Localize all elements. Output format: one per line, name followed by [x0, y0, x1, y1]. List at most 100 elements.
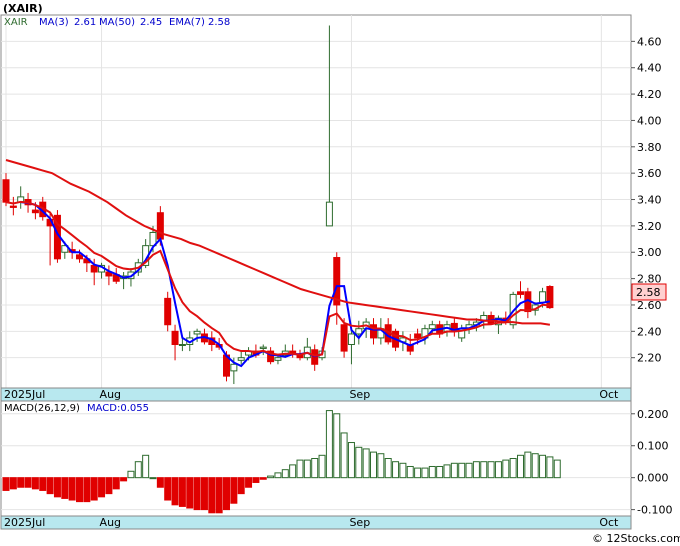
price-panel [0, 14, 632, 389]
macd-bar [421, 467, 429, 479]
macd-bar [46, 477, 54, 495]
macd-bar [53, 477, 61, 498]
x-label: Sep [349, 388, 370, 401]
macd-bar [9, 477, 17, 490]
candle-body [340, 324, 348, 352]
legend-ma3: MA(3) [39, 17, 69, 28]
macd-bar [31, 477, 39, 490]
macd-bar [355, 446, 363, 479]
macd-bar [127, 470, 135, 479]
macd-bar [17, 477, 25, 488]
macd-bar [384, 458, 392, 479]
legend-ema7-value: 2.58 [208, 17, 230, 28]
y-tick-label: 3.60 [637, 167, 662, 180]
stock-chart: (XAIR) 4.60 4.40 4.20 4.00 3.80 3.60 3.40 3.20 3… [0, 0, 680, 546]
x-label: Oct [599, 388, 619, 401]
macd-bar [274, 472, 282, 479]
macd-bar [325, 410, 333, 479]
macd-legend-value: MACD:0.055 [87, 403, 149, 414]
candle-body [178, 344, 186, 347]
y-tick-label: 4.60 [637, 35, 662, 48]
macd-bar [480, 461, 488, 479]
y-tick-label: 3.40 [637, 194, 662, 207]
price-x-axis [0, 387, 632, 402]
macd-bar [399, 462, 407, 479]
x-label: 2025Jul [4, 388, 45, 401]
candle-body [237, 357, 245, 361]
candle-body [9, 205, 17, 208]
macd-bar [171, 477, 179, 506]
candle-body [156, 212, 164, 240]
legend-ema7: EMA(7) [169, 17, 205, 28]
macd-bar [267, 475, 275, 479]
macd-bar [340, 432, 348, 479]
candle-body [31, 209, 39, 214]
macd-bar [517, 454, 524, 479]
ticker-title: (XAIR) [3, 2, 43, 15]
macd-bar [149, 477, 157, 480]
macd-bar [39, 477, 47, 491]
y-tick-label: 3.00 [637, 246, 662, 259]
macd-bar [142, 454, 150, 479]
macd-bar [237, 477, 245, 495]
macd-bar [223, 477, 230, 511]
candle-body [76, 254, 83, 260]
macd-bar [134, 461, 142, 479]
macd-bar [436, 465, 444, 479]
y-tick-label: 4.20 [637, 88, 662, 101]
macd-bar [83, 477, 91, 503]
macd-bar [259, 477, 267, 480]
macd-bar [524, 451, 532, 479]
macd-bar [252, 477, 260, 483]
macd-bar [370, 451, 377, 479]
macd-bar [281, 469, 289, 479]
macd-bar [98, 477, 106, 498]
macd-bar [245, 477, 253, 488]
macd-bar [465, 462, 473, 479]
macd-bar [68, 477, 76, 501]
macd-bar [61, 477, 69, 499]
macd-bar [406, 465, 414, 479]
macd-y-tick-label: -0.100 [637, 504, 672, 517]
candle-body [193, 330, 201, 335]
macd-bar [347, 442, 355, 479]
macd-bar [230, 477, 238, 504]
macd-bar [76, 477, 83, 503]
y-tick-label: 3.80 [637, 141, 662, 154]
macd-bar [200, 477, 208, 511]
macd-y-tick-label: 0.100 [637, 440, 669, 453]
macd-bar [193, 477, 201, 511]
candle-body [259, 346, 267, 349]
macd-bar [487, 461, 495, 479]
legend-ma50-value: 2.45 [140, 17, 162, 28]
macd-bar [392, 461, 400, 479]
macd-bar [377, 453, 385, 479]
macd-bar [311, 458, 319, 479]
candle-body [347, 333, 355, 346]
watermark: © 12Stocks.com [592, 532, 680, 545]
legend-ma50: MA(50) [99, 17, 135, 28]
macd-bar [362, 448, 370, 479]
candle-body [164, 297, 172, 326]
y-tick-label: 4.40 [637, 62, 662, 75]
macd-bar [539, 454, 547, 479]
macd-bar [458, 462, 466, 479]
macd-bar [428, 465, 436, 479]
macd-bar [178, 477, 186, 507]
candle-body [414, 333, 422, 339]
macd-bar [208, 477, 216, 514]
macd-y-tick-label: 0.000 [637, 472, 669, 485]
macd-bar [215, 477, 223, 514]
candle-body [274, 357, 282, 361]
macd-x-axis [0, 515, 632, 530]
y-tick-label: 4.00 [637, 114, 662, 127]
macd-bar [120, 477, 128, 482]
x-label: Aug [100, 388, 121, 401]
candle-body [2, 179, 10, 203]
macd-bar [186, 477, 194, 509]
macd-y-tick-label: 0.200 [637, 408, 669, 421]
macd-bar [333, 413, 341, 479]
macd-bar [494, 461, 502, 479]
macd-bar [450, 462, 458, 479]
candle-body [171, 330, 179, 346]
